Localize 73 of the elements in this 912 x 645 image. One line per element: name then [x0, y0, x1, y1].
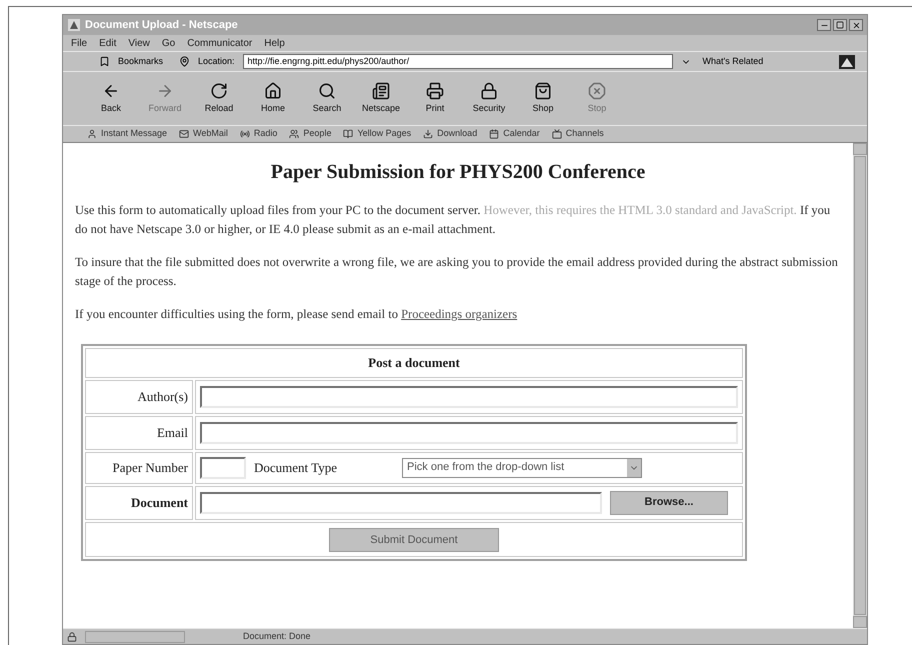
menu-item[interactable]: Edit [99, 36, 116, 50]
authors-label: Author(s) [85, 380, 193, 414]
document-field[interactable] [200, 492, 602, 514]
bookmark-button[interactable]: Radio [240, 127, 278, 141]
bookmark-button[interactable]: Channels [552, 127, 604, 141]
printer-icon [426, 82, 444, 100]
bookmark-button[interactable]: Calendar [489, 127, 540, 141]
email-label: Email [85, 416, 193, 450]
toolbar-button[interactable]: Back [87, 82, 135, 116]
email-field[interactable] [200, 422, 738, 444]
calendar-icon [489, 129, 500, 139]
bookmark-button[interactable]: Download [423, 127, 478, 141]
url-field[interactable]: http://fie.engrng.pitt.edu/phys200/author/ [242, 54, 673, 69]
search-icon [318, 82, 336, 100]
menu-item[interactable]: Communicator [187, 36, 252, 50]
bookmarks-button[interactable]: Bookmarks [118, 54, 164, 68]
close-button[interactable] [849, 19, 863, 31]
shopping-bag-icon [534, 82, 552, 100]
lock-icon [67, 632, 77, 642]
document-label: Document [85, 486, 193, 520]
minimize-button[interactable] [817, 19, 831, 31]
mail-icon [179, 129, 190, 139]
menu-item[interactable]: File [71, 36, 88, 50]
home-icon [264, 82, 282, 100]
toolbar-button[interactable]: Home [249, 82, 297, 116]
menu-item[interactable]: Help [264, 36, 285, 50]
menu-item[interactable]: View [128, 36, 150, 50]
browse-button[interactable]: Browse... [610, 490, 728, 514]
paper-number-field[interactable] [200, 456, 246, 478]
newspaper-icon [372, 82, 390, 100]
toolbar-button[interactable]: Security [465, 82, 513, 116]
status-text: Document: Done [243, 630, 311, 643]
lock-icon [480, 82, 498, 100]
document-type-label: Document Type [254, 458, 338, 477]
document-type-dropdown[interactable]: Pick one from the drop-down list [402, 458, 642, 478]
toolbar-button[interactable]: Shop [519, 82, 567, 116]
people-icon [289, 129, 300, 139]
toolbar-button[interactable]: Print [411, 82, 459, 116]
close-icon [852, 20, 860, 30]
window-title: Document Upload - Netscape [85, 18, 238, 33]
book-icon [343, 129, 354, 139]
maximize-button[interactable] [833, 19, 847, 31]
netscape-logo-icon [839, 54, 855, 68]
location-pin-icon [179, 56, 190, 67]
submit-button[interactable]: Submit Document [329, 528, 499, 552]
authors-field[interactable] [200, 386, 738, 408]
page-heading: Paper Submission for PHYS200 Conference [270, 160, 646, 185]
bookmark-button[interactable]: Yellow Pages [343, 127, 412, 141]
bookmark-button[interactable]: WebMail [179, 127, 228, 141]
location-label: Location: [198, 54, 235, 68]
paragraph: To insure that the file submitted does not overwrite a wrong file, we are asking you to provide the email address provided during the abstract submission stage of the process. [75, 254, 839, 290]
paragraph: Use this form to automatically upload files from your PC to the document server. However, this requires the HTML 3.0 standard and JavaScript. If you do not have Netscape 3.0 or higher, or IE 4.0 please submit as an e-mail attachment. [75, 202, 832, 238]
toolbar-button[interactable]: Reload [195, 82, 243, 116]
bookmark-icon [99, 56, 110, 67]
stop-icon [588, 82, 606, 100]
organizers-link[interactable]: Proceedings organizers [401, 307, 518, 321]
bookmark-button[interactable]: People [289, 127, 332, 141]
maximize-icon [836, 21, 844, 29]
paper-number-label: Paper Number [85, 452, 193, 484]
download-icon [423, 129, 434, 139]
scrollbar[interactable] [853, 143, 867, 628]
netscape-logo-icon [67, 18, 81, 32]
toolbar-button[interactable]: Netscape [357, 82, 405, 116]
radio-icon [240, 129, 250, 139]
paragraph: If you encounter difficulties using the form, please send email to Proceedings organizers [75, 306, 518, 323]
reload-icon [210, 82, 228, 100]
form-title: Post a document [85, 348, 743, 378]
tv-icon [552, 129, 562, 139]
bookmark-button[interactable]: Instant Message [87, 127, 168, 141]
person-icon [87, 129, 97, 139]
toolbar-button[interactable]: Search [303, 82, 351, 116]
whats-related-button[interactable]: What's Related [702, 54, 764, 68]
menu-item[interactable]: Go [162, 36, 176, 50]
